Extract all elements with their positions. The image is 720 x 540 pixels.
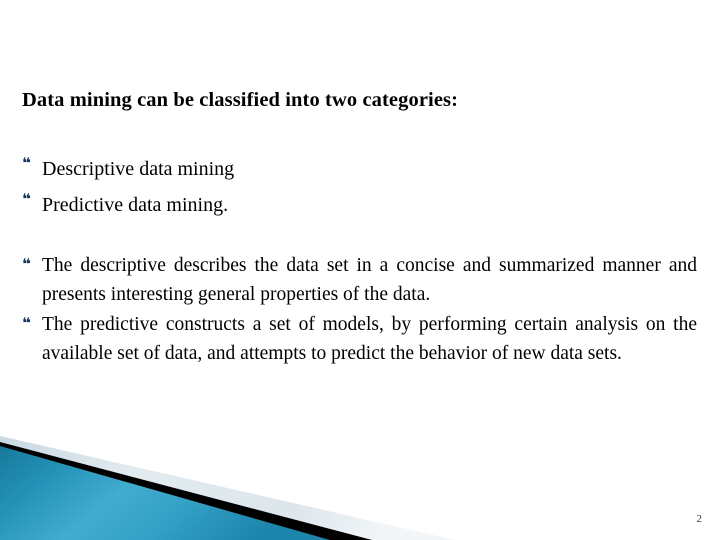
quote-bullet-icon: ❝ <box>22 154 31 172</box>
list-item: ❝ The descriptive describes the data set… <box>22 252 697 310</box>
description-bullet-list: ❝ The descriptive describes the data set… <box>22 252 697 369</box>
teal-band-shape <box>0 446 330 540</box>
list-item: ❝ Predictive data mining. <box>22 188 697 222</box>
slide-number: 2 <box>696 513 703 525</box>
slide-canvas: Data mining can be classified into two c… <box>0 0 720 540</box>
list-item: ❝ The predictive constructs a set of mod… <box>22 311 697 369</box>
quote-bullet-icon: ❝ <box>22 255 31 273</box>
description-item-paragraph: The descriptive describes the data set i… <box>42 255 697 305</box>
quote-bullet-icon: ❝ <box>22 190 31 208</box>
list-item: ❝ Descriptive data mining <box>22 152 697 186</box>
decoration-svg <box>0 436 455 540</box>
slide-heading: Data mining can be classified into two c… <box>22 89 459 111</box>
black-band-shape <box>0 442 372 540</box>
category-item-label: Predictive data mining. <box>42 194 229 216</box>
category-bullet-list: ❝ Descriptive data mining ❝ Predictive d… <box>22 152 697 224</box>
bottom-left-decoration <box>0 420 720 540</box>
quote-bullet-icon: ❝ <box>22 313 31 332</box>
description-item-paragraph: The predictive constructs a set of model… <box>42 313 697 364</box>
category-item-label: Descriptive data mining <box>42 158 235 180</box>
pale-band-shape <box>0 436 455 540</box>
